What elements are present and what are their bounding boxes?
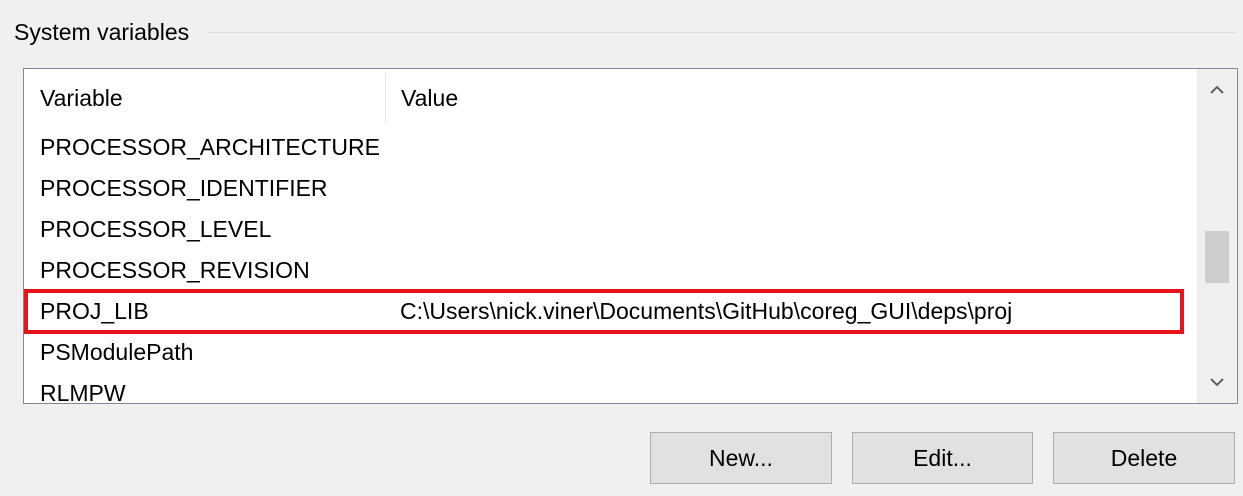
new-button[interactable]: New... [650, 432, 832, 484]
list-row-proj-lib-highlighted[interactable]: PROJ_LIB C:\Users\nick.viner\Documents\G… [24, 289, 1184, 334]
scroll-up-button[interactable] [1197, 69, 1237, 111]
variable-name: PSModulePath [40, 339, 194, 365]
system-variables-list[interactable]: Variable Value PROCESSOR_ARCHITECTURE PR… [23, 68, 1238, 404]
variable-name: PROCESSOR_LEVEL [40, 216, 272, 242]
variable-value: C:\Users\nick.viner\Documents\GitHub\cor… [400, 298, 1013, 324]
column-header-variable[interactable]: Variable [24, 69, 385, 127]
chevron-down-icon [1210, 378, 1224, 387]
variable-name: PROCESSOR_ARCHITECTURE [40, 134, 380, 160]
list-row[interactable]: PSModulePath [24, 332, 1198, 373]
scroll-thumb[interactable] [1205, 231, 1229, 283]
list-row[interactable]: PROCESSOR_ARCHITECTURE [24, 127, 1198, 168]
system-variables-panel: System variables Variable Value PROCESSO… [0, 0, 1243, 496]
edit-button[interactable]: Edit... [852, 432, 1033, 484]
variable-name: PROJ_LIB [40, 298, 149, 324]
list-row[interactable]: PROCESSOR_REVISION [24, 250, 1198, 291]
list-row[interactable]: RLMPW [24, 373, 1198, 404]
delete-button[interactable]: Delete [1053, 432, 1235, 484]
variable-name: RLMPW [40, 380, 126, 404]
vertical-scrollbar[interactable] [1197, 69, 1237, 403]
scroll-down-button[interactable] [1197, 361, 1237, 403]
variable-name: PROCESSOR_REVISION [40, 257, 310, 283]
groupbox-divider [206, 32, 1236, 33]
list-header: Variable Value [24, 69, 1198, 127]
variable-name: PROCESSOR_IDENTIFIER [40, 175, 328, 201]
chevron-up-icon [1210, 85, 1224, 94]
groupbox-title: System variables [14, 19, 190, 45]
list-row[interactable]: PROCESSOR_LEVEL [24, 209, 1198, 250]
list-rows: PROCESSOR_ARCHITECTURE PROCESSOR_IDENTIF… [24, 127, 1198, 404]
list-row[interactable]: PROCESSOR_IDENTIFIER [24, 168, 1198, 209]
column-header-value[interactable]: Value [385, 69, 1198, 127]
